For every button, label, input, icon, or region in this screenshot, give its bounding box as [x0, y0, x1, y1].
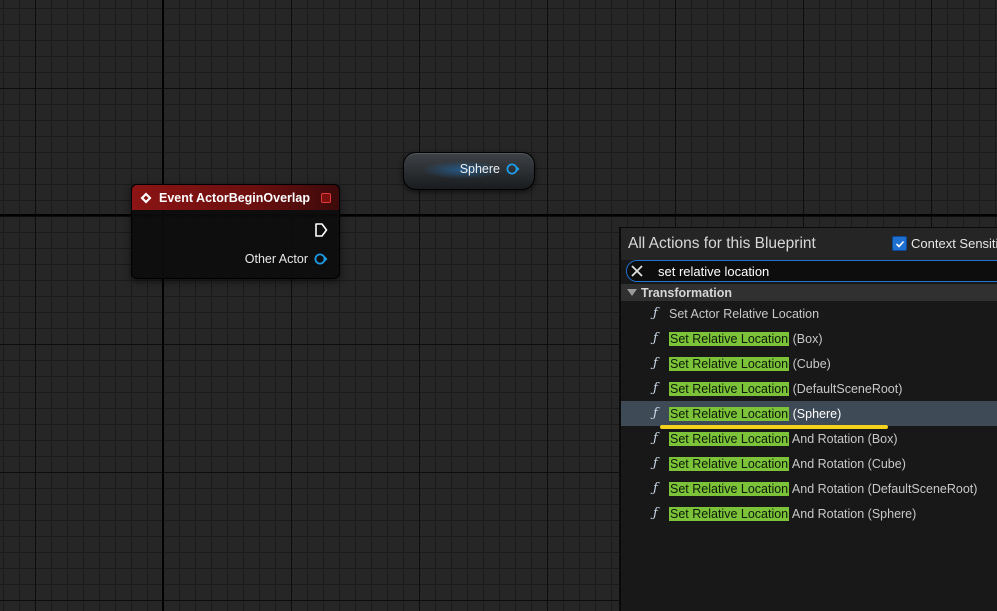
action-search-input[interactable] — [658, 263, 938, 279]
sphere-node-label: Sphere — [459, 162, 500, 176]
function-f-icon: ƒ — [653, 356, 658, 371]
event-diamond-icon — [140, 192, 152, 203]
action-item[interactable]: ƒ Set Relative Location And Rotation (Cub… — [621, 451, 997, 476]
context-sensitive-checkbox[interactable] — [892, 236, 907, 251]
delegate-pin-icon[interactable] — [321, 192, 331, 203]
action-item-label: And Rotation (Sphere) — [789, 506, 917, 521]
action-item[interactable]: ƒ Set Relative Location And Rotation (Def… — [621, 476, 997, 501]
sphere-variable-node[interactable]: Sphere — [403, 152, 535, 190]
event-node-title: Event ActorBeginOverlap — [159, 190, 310, 205]
action-menu-header: All Actions for this Blueprint Context S… — [621, 228, 997, 260]
search-match-highlight: Set Relative Location — [669, 506, 790, 521]
object-pin-icon[interactable] — [506, 162, 520, 176]
action-menu-title: All Actions for this Blueprint — [628, 235, 816, 252]
sphere-output-pin[interactable]: Sphere — [460, 162, 520, 176]
function-f-icon: ƒ — [653, 506, 658, 521]
action-search-box[interactable] — [626, 260, 997, 282]
search-match-highlight: Set Relative Location — [669, 406, 790, 421]
context-sensitive-label: Context Sensitive — [911, 236, 997, 251]
action-item[interactable]: ƒ Set Relative Location (Sphere) — [621, 401, 997, 426]
action-item[interactable]: ƒ Set Relative Location And Rotation (Sph… — [621, 501, 997, 526]
annotation-underline — [660, 425, 888, 429]
action-item[interactable]: ƒ Set Relative Location And Rotation (Box… — [621, 426, 997, 451]
search-match-highlight: Set Relative Location — [669, 431, 790, 446]
category-transformation[interactable]: Transformation — [621, 284, 997, 301]
action-item[interactable]: ƒ Set Relative Location (Cube) — [621, 351, 997, 376]
clear-search-icon[interactable] — [630, 264, 644, 278]
function-f-icon: ƒ — [653, 381, 658, 396]
search-match-highlight: Set Relative Location — [669, 381, 790, 396]
function-f-icon: ƒ — [653, 456, 658, 471]
function-f-icon: ƒ — [653, 406, 658, 421]
action-item[interactable]: ƒ Set Relative Location (Box) — [621, 326, 997, 351]
graph-origin-vertical-line — [162, 0, 164, 611]
action-item-label: Set Actor Relative Location — [669, 306, 820, 321]
other-actor-pin-label: Other Actor — [244, 252, 308, 266]
other-actor-pin[interactable]: Other Actor — [245, 252, 328, 266]
function-f-icon: ƒ — [653, 431, 658, 446]
action-item-label: And Rotation (Box) — [789, 431, 898, 446]
action-item[interactable]: ƒ Set Relative Location (DefaultSceneRoot… — [621, 376, 997, 401]
action-item-label: (DefaultSceneRoot) — [789, 381, 903, 396]
checkmark-icon — [895, 240, 904, 248]
context-sensitive-toggle[interactable]: Context Sensitive — [892, 236, 997, 251]
object-pin-icon[interactable] — [314, 252, 328, 266]
action-item-label: (Cube) — [789, 356, 831, 371]
action-item-label: (Box) — [789, 331, 823, 346]
action-list: ƒ Set Actor Relative Location ƒ Set Relativ… — [621, 301, 997, 526]
graph-canvas[interactable]: Event ActorBeginOverlap Other Actor Sphe… — [0, 0, 997, 611]
function-f-icon: ƒ — [653, 481, 658, 496]
search-match-highlight: Set Relative Location — [669, 356, 790, 371]
search-match-highlight: Set Relative Location — [669, 456, 790, 471]
action-menu[interactable]: All Actions for this Blueprint Context S… — [619, 227, 997, 611]
collapse-arrow-icon[interactable] — [627, 288, 637, 297]
action-item-label: And Rotation (Cube) — [789, 456, 906, 471]
action-item[interactable]: ƒ Set Actor Relative Location — [621, 301, 997, 326]
search-match-highlight: Set Relative Location — [669, 331, 790, 346]
action-item-label: And Rotation (DefaultSceneRoot) — [789, 481, 978, 496]
search-match-highlight: Set Relative Location — [669, 481, 790, 496]
function-f-icon: ƒ — [653, 306, 658, 321]
action-item-label: (Sphere) — [789, 406, 842, 421]
category-label: Transformation — [641, 285, 732, 300]
exec-output-pin-icon[interactable] — [314, 222, 328, 238]
event-node-header[interactable]: Event ActorBeginOverlap — [132, 185, 339, 210]
event-actor-begin-overlap-node[interactable]: Event ActorBeginOverlap Other Actor — [131, 184, 340, 279]
function-f-icon: ƒ — [653, 331, 658, 346]
